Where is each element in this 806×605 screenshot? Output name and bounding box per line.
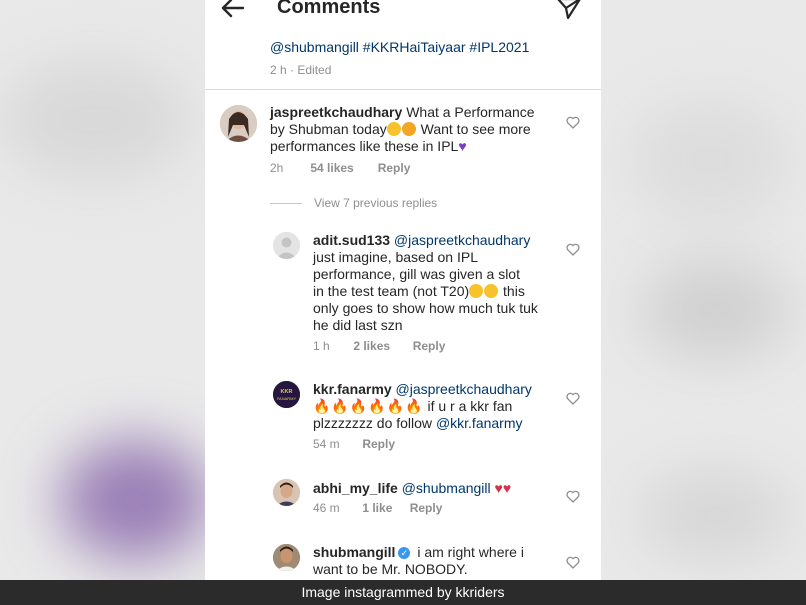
comment-mention[interactable]: @shubmangill bbox=[402, 480, 491, 496]
broken-heart-emoji-icon: ♥♥ bbox=[494, 480, 512, 496]
send-icon[interactable] bbox=[555, 0, 583, 22]
laughing-emoji-icon bbox=[469, 284, 484, 298]
comment-body: plzzzzzzz do follow bbox=[313, 415, 433, 431]
fire-emoji-icon: 🔥🔥🔥🔥🔥🔥 bbox=[313, 398, 424, 414]
comment-body: What a Performance bbox=[406, 104, 535, 120]
comment-mention[interactable]: @jaspreetkchaudhary bbox=[396, 381, 532, 397]
comment-time: 46 m bbox=[313, 501, 340, 515]
comment-text: shubmangill ✓ i am right where i want to … bbox=[313, 544, 563, 578]
comment-username[interactable]: kkr.fanarmy bbox=[313, 381, 392, 397]
comment-text: kkr.fanarmy @jaspreetkchaudhary 🔥🔥🔥🔥🔥🔥 i… bbox=[313, 381, 563, 432]
comment-time: 1 h bbox=[313, 339, 330, 353]
caption-edited: Edited bbox=[297, 63, 332, 77]
blurred-grey-blob bbox=[630, 100, 790, 220]
divider bbox=[205, 89, 601, 90]
view-previous-label: View 7 previous replies bbox=[314, 196, 438, 210]
heart-eyes-emoji-icon bbox=[386, 122, 401, 136]
avatar-portrait-icon bbox=[273, 479, 300, 506]
kkr-fanarmy-logo-icon: KKR FANARMY bbox=[273, 381, 300, 408]
comments-screen: Comments @shubmangill #KKRHaiTaiyaar #IP… bbox=[205, 0, 601, 580]
svg-text:KKR: KKR bbox=[281, 389, 293, 395]
post-caption: @shubmangill #KKRHaiTaiyaar #IPL2021 bbox=[270, 39, 530, 55]
star-struck-emoji-icon bbox=[401, 122, 416, 136]
comment-body: performances like these in IPL bbox=[270, 138, 459, 154]
avatar[interactable] bbox=[273, 544, 300, 571]
purple-heart-emoji-icon: ♥ bbox=[458, 138, 467, 154]
comment-body: want to be Mr. NOBODY. bbox=[313, 561, 468, 577]
like-heart-icon[interactable] bbox=[566, 392, 580, 405]
like-heart-icon[interactable] bbox=[566, 490, 580, 503]
image-credit: Image instagrammed by kkriders bbox=[0, 580, 806, 605]
comment-likes[interactable]: 54 likes bbox=[310, 161, 374, 175]
comment-likes[interactable]: 2 likes bbox=[353, 339, 409, 353]
laughing-emoji-icon bbox=[484, 284, 499, 298]
comment-time: 2h bbox=[270, 161, 284, 175]
page-title: Comments bbox=[277, 0, 381, 18]
comment-username[interactable]: abhi_my_life bbox=[313, 480, 398, 496]
blurred-purple-blob bbox=[60, 440, 210, 560]
avatar-portrait-icon bbox=[273, 544, 300, 571]
blurred-grey-blob bbox=[640, 260, 790, 360]
back-arrow-icon[interactable] bbox=[219, 0, 247, 22]
comment-meta: 54 m Reply bbox=[313, 437, 395, 451]
reply-thread-line bbox=[270, 203, 302, 205]
reply-button[interactable]: Reply bbox=[378, 161, 411, 175]
comment-mention[interactable]: @kkr.fanarmy bbox=[436, 415, 523, 431]
avatar-portrait-icon bbox=[220, 105, 257, 142]
comment-body: performance, gill was given a slot bbox=[313, 266, 520, 282]
reply-button[interactable]: Reply bbox=[410, 501, 443, 515]
view-previous-replies-button[interactable]: View 7 previous replies bbox=[270, 196, 437, 210]
like-heart-icon[interactable] bbox=[566, 243, 580, 256]
reply-button[interactable]: Reply bbox=[362, 437, 395, 451]
comment-body: just imagine, based on IPL bbox=[313, 249, 478, 265]
avatar[interactable] bbox=[273, 232, 300, 259]
comment-body: he did last szn bbox=[313, 317, 403, 333]
comment-time: 54 m bbox=[313, 437, 340, 451]
blurred-grey-blob bbox=[0, 60, 190, 180]
comment-username[interactable]: shubmangill bbox=[313, 544, 395, 560]
caption-time: 2 h bbox=[270, 63, 287, 77]
comment-text: jaspreetkchaudhary What a Performance by… bbox=[270, 104, 550, 155]
comment-username[interactable]: jaspreetkchaudhary bbox=[270, 104, 402, 120]
comment-body: Want to see more bbox=[420, 121, 531, 137]
caption-meta: 2 h · Edited bbox=[270, 63, 332, 77]
svg-text:FANARMY: FANARMY bbox=[277, 396, 297, 401]
like-heart-icon[interactable] bbox=[566, 116, 580, 129]
avatar[interactable] bbox=[273, 479, 300, 506]
blurred-grey-blob bbox=[640, 470, 790, 560]
comment-body: by Shubman today bbox=[270, 121, 387, 137]
avatar[interactable]: KKR FANARMY bbox=[273, 381, 300, 408]
comment-meta: 46 m 1 like Reply bbox=[313, 501, 442, 515]
avatar[interactable] bbox=[220, 105, 257, 142]
comment-meta: 1 h 2 likes Reply bbox=[313, 339, 445, 353]
comment-meta: 2h 54 likes Reply bbox=[270, 161, 410, 175]
comment-body: only goes to show how much tuk tuk bbox=[313, 300, 538, 316]
comment-username[interactable]: adit.sud133 bbox=[313, 232, 390, 248]
comment-text: adit.sud133 @jaspreetkchaudhary just ima… bbox=[313, 232, 563, 334]
comment-body: in the test team (not T20) bbox=[313, 283, 470, 299]
comment-text: abhi_my_life @shubmangill ♥♥ bbox=[313, 480, 563, 497]
reply-button[interactable]: Reply bbox=[413, 339, 446, 353]
comment-mention[interactable]: @jaspreetkchaudhary bbox=[394, 232, 530, 248]
verified-badge-icon: ✓ bbox=[398, 547, 411, 560]
like-heart-icon[interactable] bbox=[566, 556, 580, 569]
default-avatar-icon bbox=[273, 232, 300, 259]
comment-body: if u r a kkr fan bbox=[427, 398, 513, 414]
comment-likes[interactable]: 1 like bbox=[362, 501, 406, 515]
comment-body: i am right where i bbox=[417, 544, 524, 560]
comments-header: Comments bbox=[205, 0, 601, 22]
comment-body: this bbox=[503, 283, 525, 299]
